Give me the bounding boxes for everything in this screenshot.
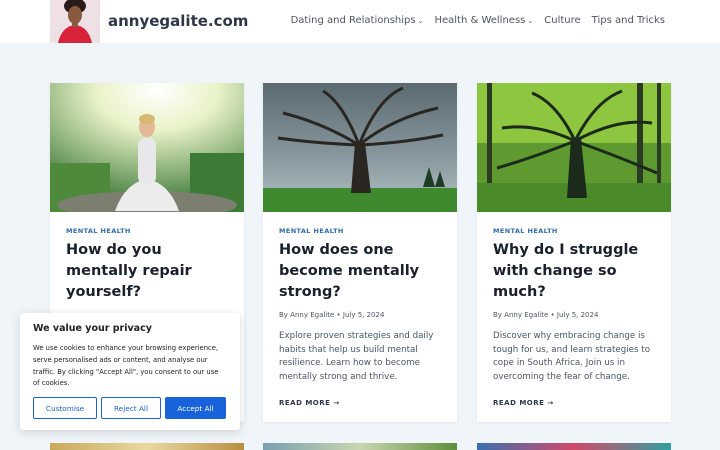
site-title[interactable]: annyegalite.com (108, 12, 248, 30)
post-author[interactable]: By Anny Egalite (493, 311, 548, 319)
post-title[interactable]: How do you mentally repair yourself? (66, 240, 228, 303)
site-header: annyegalite.com Dating and Relationships… (0, 0, 720, 43)
chevron-down-icon: ⌄ (417, 17, 424, 25)
nav-item-label: Tips and Tricks (591, 15, 665, 26)
nav-item-tips[interactable]: Tips and Tricks (592, 15, 665, 26)
post-category[interactable]: MENTAL HEALTH (66, 227, 228, 235)
reject-all-button[interactable]: Reject All (101, 397, 161, 419)
post-excerpt: Discover why embracing change is tough f… (493, 331, 651, 382)
post-thumbnail-meditation[interactable] (50, 83, 244, 212)
post-category[interactable]: MENTAL HEALTH (279, 227, 441, 235)
nav-item-label: Culture (544, 15, 581, 26)
post-thumbnail-partial[interactable] (50, 443, 244, 450)
post-card-body: MENTAL HEALTH How does one become mental… (279, 227, 441, 407)
post-thumbnail-partial[interactable] (263, 443, 457, 450)
post-card-body: MENTAL HEALTH Why do I struggle with cha… (493, 227, 655, 407)
post-card-body: MENTAL HEALTH How do you mentally repair… (66, 227, 228, 303)
nav-item-dating[interactable]: Dating and Relationships ⌄ (291, 15, 424, 26)
post-excerpt: Explore proven strategies and daily habi… (279, 331, 434, 382)
post-title[interactable]: Why do I struggle with change so much? (493, 240, 655, 303)
post-card: MENTAL HEALTH Why do I struggle with cha… (477, 83, 671, 422)
post-date: July 5, 2024 (556, 311, 599, 319)
customise-button[interactable]: Customise (33, 397, 97, 419)
nav-item-culture[interactable]: Culture (544, 15, 580, 26)
cookie-title: We value your privacy (33, 323, 152, 334)
main-nav: Dating and Relationships ⌄ Health & Well… (280, 15, 665, 26)
cookie-consent-banner: We value your privacy We use cookies to … (20, 313, 240, 430)
nav-item-label: Dating and Relationships (290, 15, 416, 26)
post-title[interactable]: How does one become mentally strong? (279, 240, 441, 303)
post-meta: By Anny Egalite • July 5, 2024 (279, 311, 441, 319)
post-thumbnail-tree-forest[interactable] (477, 83, 671, 212)
accept-all-button[interactable]: Accept All (165, 397, 226, 419)
read-more-link[interactable]: READ MORE → (279, 399, 441, 407)
post-card: MENTAL HEALTH How does one become mental… (263, 83, 457, 422)
nav-item-health[interactable]: Health & Wellness ⌄ (434, 15, 533, 26)
nav-item-label: Health & Wellness (434, 15, 526, 26)
chevron-down-icon: ⌄ (527, 17, 534, 25)
cookie-buttons: Customise Reject All Accept All (33, 397, 226, 419)
cookie-description: We use cookies to enhance your browsing … (33, 344, 219, 388)
post-category[interactable]: MENTAL HEALTH (493, 227, 655, 235)
post-thumbnail-tree-storm[interactable] (263, 83, 457, 212)
post-date: July 5, 2024 (342, 311, 385, 319)
post-thumbnail-partial[interactable] (477, 443, 671, 450)
post-meta: By Anny Egalite • July 5, 2024 (493, 311, 655, 319)
read-more-link[interactable]: READ MORE → (493, 399, 655, 407)
site-logo-avatar[interactable] (50, 0, 100, 43)
post-author[interactable]: By Anny Egalite (279, 311, 334, 319)
